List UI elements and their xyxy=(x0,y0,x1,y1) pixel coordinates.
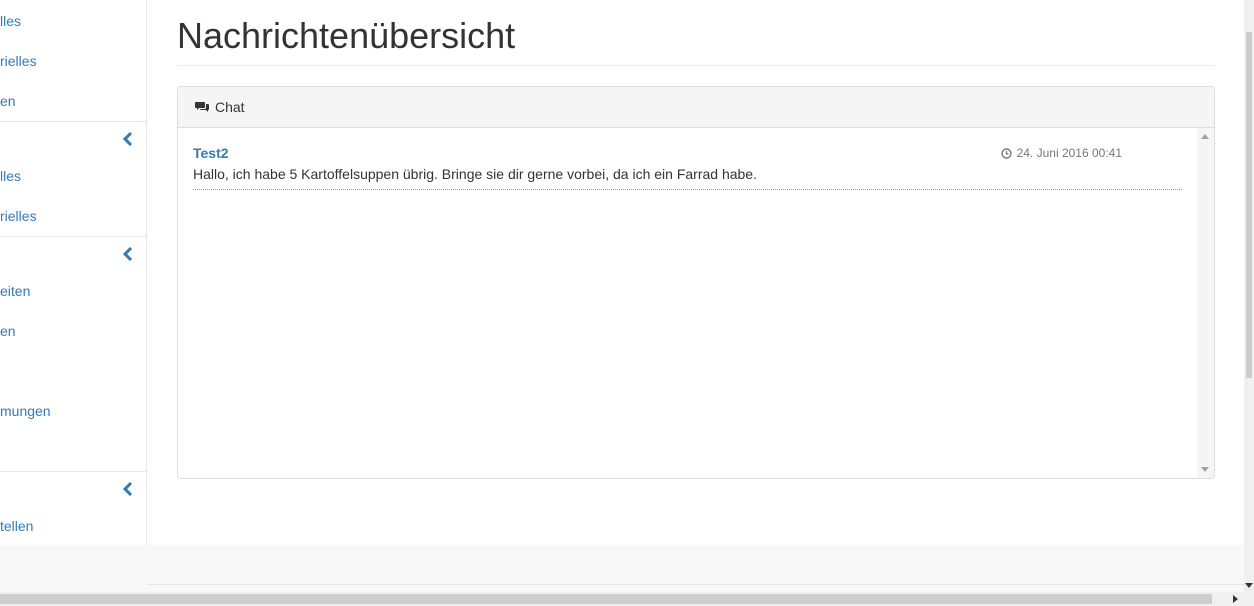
message-text: Hallo, ich habe 5 Kartoffelsuppen übrig.… xyxy=(193,166,757,182)
chat-scrollbar[interactable] xyxy=(1197,128,1214,478)
page-horizontal-scrollbar[interactable] xyxy=(0,592,1254,606)
sidebar-link[interactable]: en xyxy=(0,311,16,351)
chevron-left-icon xyxy=(123,247,133,261)
sidebar-link[interactable]: lles xyxy=(0,1,21,41)
comments-icon xyxy=(195,101,209,113)
sidebar-link[interactable]: lles xyxy=(0,156,21,196)
sidebar-link[interactable]: tellen xyxy=(0,506,33,545)
sidebar-divider xyxy=(0,471,146,472)
scroll-down-arrow-icon[interactable] xyxy=(1245,583,1253,588)
sidebar: lles rielles en lles rielles eiten en mu… xyxy=(0,0,147,545)
chat-panel: Chat Test2 24. Juni 2016 00:41 Hallo, ic… xyxy=(177,86,1215,479)
main-content: Nachrichtenübersicht Chat Test2 24. Juni… xyxy=(147,0,1244,545)
panel-heading: Chat xyxy=(178,87,1214,128)
footer-divider xyxy=(147,584,1244,585)
page-title: Nachrichtenübersicht xyxy=(177,15,516,56)
sidebar-divider xyxy=(0,121,146,122)
sidebar-collapse-toggle[interactable] xyxy=(118,129,138,149)
chevron-left-icon xyxy=(123,482,133,496)
page-vertical-scrollbar[interactable] xyxy=(1244,0,1254,592)
message-timestamp: 24. Juni 2016 00:41 xyxy=(1000,145,1122,161)
sidebar-link[interactable]: mungen xyxy=(0,391,51,431)
vertical-scroll-thumb[interactable] xyxy=(1246,32,1252,378)
sidebar-collapse-toggle[interactable] xyxy=(118,244,138,264)
message-timestamp-text: 24. Juni 2016 00:41 xyxy=(1016,146,1122,160)
scroll-up-arrow-icon[interactable] xyxy=(1201,134,1209,139)
sidebar-link[interactable]: en xyxy=(0,81,16,121)
sidebar-link[interactable]: rielles xyxy=(0,41,37,81)
horizontal-scroll-thumb[interactable] xyxy=(0,594,1212,604)
sidebar-link[interactable]: rielles xyxy=(0,196,37,236)
scroll-right-arrow-icon[interactable] xyxy=(1233,595,1238,603)
chevron-left-icon xyxy=(123,132,133,146)
sidebar-collapse-toggle[interactable] xyxy=(118,479,138,499)
clock-icon xyxy=(1000,147,1012,159)
title-divider xyxy=(177,65,1215,66)
sidebar-divider xyxy=(0,236,146,237)
message-divider xyxy=(193,189,1182,190)
chat-message-list[interactable]: Test2 24. Juni 2016 00:41 Hallo, ich hab… xyxy=(178,128,1197,478)
sidebar-link[interactable]: eiten xyxy=(0,271,30,311)
panel-heading-label: Chat xyxy=(215,99,245,115)
chat-message: Test2 24. Juni 2016 00:41 Hallo, ich hab… xyxy=(193,145,1182,190)
scroll-down-arrow-icon[interactable] xyxy=(1201,467,1209,472)
